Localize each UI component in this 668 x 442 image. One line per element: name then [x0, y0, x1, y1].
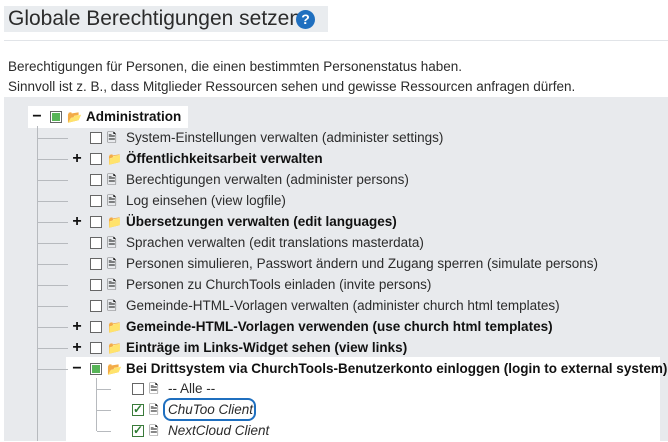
- checkbox[interactable]: [90, 321, 102, 333]
- checkbox[interactable]: [90, 216, 102, 228]
- description-line-1: Berechtigungen für Personen, die einen b…: [8, 59, 463, 74]
- folder-icon: 📁: [107, 152, 122, 166]
- tree-line: [38, 306, 68, 307]
- file-icon: 🗎: [107, 236, 117, 250]
- collapse-toggle[interactable]: −: [70, 361, 84, 377]
- tree-line: [38, 327, 68, 328]
- tree-node-label: Gemeinde-HTML-Vorlagen verwenden (use ch…: [126, 319, 553, 334]
- file-icon: 🗎: [107, 173, 117, 187]
- tree-node-label: Einträge im Links-Widget sehen (view lin…: [126, 340, 408, 355]
- checkbox[interactable]: [132, 383, 144, 395]
- file-icon: 🗎: [149, 424, 159, 438]
- tree-node-label: Personen simulieren, Passwort ändern und…: [126, 256, 598, 271]
- tree-line: [96, 378, 97, 431]
- tree-line: [38, 222, 68, 223]
- file-icon: 🗎: [107, 131, 117, 145]
- tree-line: [38, 285, 68, 286]
- file-icon: 🗎: [107, 278, 117, 292]
- checkbox[interactable]: [90, 363, 102, 375]
- folder-open-icon: 📂: [107, 362, 122, 376]
- expand-toggle[interactable]: +: [70, 214, 84, 230]
- checkbox[interactable]: [90, 258, 102, 270]
- tree-node-label: Sprachen verwalten (edit translations ma…: [126, 235, 424, 250]
- tree-line: [97, 410, 111, 411]
- checkbox[interactable]: [50, 111, 62, 123]
- tree-node-label: -- Alle --: [168, 381, 216, 396]
- checkbox[interactable]: [90, 153, 102, 165]
- tree-line: [97, 389, 111, 390]
- folder-open-icon: 📂: [67, 110, 82, 124]
- tree-line: [97, 431, 111, 432]
- checkbox[interactable]: [132, 423, 144, 437]
- tree-node-label: Öffentlichkeitsarbeit verwalten: [126, 151, 323, 166]
- tree-line: [38, 348, 68, 349]
- checkbox[interactable]: [90, 174, 102, 186]
- checkbox[interactable]: [90, 342, 102, 354]
- checkbox[interactable]: [90, 195, 102, 207]
- file-icon: 🗎: [107, 194, 117, 208]
- tree-node-label: Personen zu ChurchTools einladen (invite…: [126, 277, 432, 292]
- description-line-2: Sinnvoll ist z. B., dass Mitglieder Ress…: [8, 79, 576, 94]
- tree-node-label: Bei Drittsystem via ChurchTools-Benutzer…: [126, 361, 668, 376]
- folder-icon: 📁: [107, 341, 122, 355]
- folder-icon: 📁: [107, 215, 122, 229]
- tree-line: [38, 243, 68, 244]
- file-icon: 🗎: [107, 257, 117, 271]
- tree-line: [38, 369, 68, 370]
- focus-ring: [163, 398, 256, 421]
- tree-line: [38, 264, 68, 265]
- folder-icon: 📁: [107, 320, 122, 334]
- file-icon: 🗎: [107, 299, 117, 313]
- checkbox[interactable]: [90, 279, 102, 291]
- expand-toggle[interactable]: +: [70, 340, 84, 356]
- tree-node-label: NextCloud Client: [168, 423, 270, 438]
- page-title: Globale Berechtigungen setzen: [8, 7, 302, 30]
- checkbox[interactable]: [90, 300, 102, 312]
- expand-toggle[interactable]: +: [70, 319, 84, 335]
- expand-toggle[interactable]: +: [70, 151, 84, 167]
- tree-line: [38, 201, 68, 202]
- separator: [4, 40, 668, 41]
- checkbox[interactable]: [90, 132, 102, 144]
- tree-node-label: System-Einstellungen verwalten (administ…: [126, 130, 444, 145]
- collapse-toggle[interactable]: −: [30, 109, 44, 125]
- tree-line: [38, 159, 68, 160]
- tree-line: [38, 138, 68, 139]
- tree-line: [38, 180, 68, 181]
- tree-node-label: Administration: [86, 109, 182, 124]
- tree-node-label: Log einsehen (view logfile): [126, 193, 286, 208]
- tree-line: [37, 126, 38, 441]
- file-icon: 🗎: [149, 382, 159, 396]
- tree-node-label: Gemeinde-HTML-Vorlagen verwalten (admini…: [126, 298, 560, 313]
- tree-node-label: Übersetzungen verwalten (edit languages): [126, 214, 397, 229]
- question-circle-icon[interactable]: ?: [296, 10, 315, 29]
- checkbox[interactable]: [132, 402, 144, 416]
- tree-node-label: Berechtigungen verwalten (administer per…: [126, 172, 409, 187]
- checkbox[interactable]: [90, 237, 102, 249]
